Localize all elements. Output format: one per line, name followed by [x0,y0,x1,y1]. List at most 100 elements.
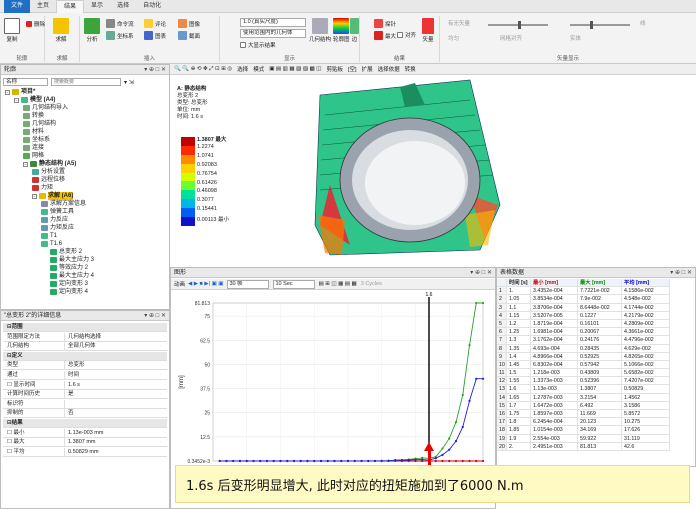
mode-button[interactable]: 模式 [253,65,264,73]
insert-comment-button[interactable]: 评论 [144,19,166,28]
select-button[interactable]: 选择 [237,65,248,73]
column-header[interactable]: 时间 [s] [507,279,531,287]
tree-node[interactable]: 等效应力 2 [50,264,88,272]
insert-image-button[interactable]: 图像 [178,19,200,28]
panel-controls[interactable]: ▾ ⊕ □ ✕ [470,268,492,278]
insert-chart-button[interactable]: 图表 [144,31,166,40]
details-section[interactable]: ⊟ 范围 [3,323,167,332]
vector-density-slider[interactable] [570,21,630,29]
details-row[interactable]: 范围限定方法 几何结构选择 [3,332,167,342]
table-row[interactable]: 16 1.75 1.8597e-003 11.669 5.8572 [497,410,670,419]
property-value[interactable]: 时间 [65,371,167,379]
section-collapse-icon[interactable]: ⊟ [3,352,12,360]
vector-button[interactable]: 矢量 [422,18,434,43]
property-value[interactable]: 总变形 [65,361,167,369]
name-filter[interactable]: 名称 [3,78,48,86]
copy-button[interactable]: 复制 [4,18,20,43]
slider-thumb[interactable] [518,21,521,29]
vector-solid[interactable]: 实体 [570,34,581,42]
frames-combo[interactable]: 30 帧 [226,279,269,289]
tab-display[interactable]: 显示 [84,0,110,13]
tree-node[interactable]: 定向变形 4 [50,288,88,296]
insert-section-button[interactable]: 截面 [178,31,200,40]
panel-controls[interactable]: ▾ ⊕ □ ✕ [144,311,166,321]
collapse-icon[interactable]: − [23,161,28,167]
column-header[interactable]: 最大 [mm] [578,279,622,287]
tree-node[interactable]: − 模型 (A4) [14,96,55,104]
tree-node[interactable]: − 求解 (A6) [32,192,74,200]
panel-controls[interactable]: ▾ ⊕ □ ✕ [144,65,166,75]
table-row[interactable]: 3 1.1 3.8706e-004 8.6448e-002 4.1744e-002 [497,303,670,312]
tree-node[interactable]: 最大主应力 3 [50,256,94,264]
tab-automation[interactable]: 自动化 [136,0,168,13]
analysis-button[interactable]: 分析 [84,18,100,43]
collapse-icon[interactable]: − [14,97,19,103]
tree-node[interactable]: 定向变形 3 [50,280,88,288]
select-by-button[interactable]: 选择依据 [378,65,400,73]
outline-search-input[interactable] [51,78,121,86]
table-row[interactable]: 14 1.65 1.2787e-003 3.2154 1.4562 [497,393,670,402]
column-header[interactable]: 平均 [mm] [622,279,670,287]
column-header[interactable]: 最小 [mm] [531,279,578,287]
vector-length-slider[interactable] [488,21,548,29]
delete-button[interactable]: 删除 [26,20,45,28]
geometry-combo[interactable]: 使用范围内的几何体 [240,29,306,38]
details-row[interactable]: 计算时间历史 是 [3,390,167,400]
duration-combo[interactable]: 10 Sec [272,279,315,289]
contour-button[interactable]: 轮廓图 [333,18,350,43]
convert-button[interactable]: 转换 [405,65,416,73]
playback-controls[interactable]: ◀ ▶ ■ ▶| ▣ ▣ [188,281,223,287]
tree-node[interactable]: 力矩反应 [41,224,74,232]
tab-select[interactable]: 选择 [110,0,136,13]
details-row[interactable]: ☐ 显示时间 1.6 s [3,380,167,390]
table-row[interactable]: 20 2. 2.4951e-003 81.813 42.6 [497,442,670,451]
edge-button[interactable]: 边 [350,18,359,43]
property-value[interactable]: 1.13e-003 mm [65,429,167,437]
details-row[interactable]: 通过 时间 [3,371,167,380]
tree-node[interactable]: − 项目* [5,88,35,96]
tree-node[interactable]: 力反应 [41,216,68,224]
details-row[interactable]: 抑制的 否 [3,409,167,419]
table-row[interactable]: 18 1.85 1.0154e-003 34.169 17.626 [497,426,670,435]
table-row[interactable]: 13 1.6 1.13e-003 1.3807 0.50829 [497,385,670,394]
view-tool-icons[interactable]: 🔍 🔍 ⊕ ⟲ ✥ ⤢ ⊡ ⊞ ◎ [174,66,232,73]
tree-node[interactable]: 坐标系 [23,136,50,144]
tab-result[interactable]: 结果 [56,0,85,13]
tree-node[interactable]: 网格 [23,152,44,160]
details-row[interactable]: 类型 总变形 [3,361,167,371]
tree-node[interactable]: − 静态结构 (A5) [23,160,76,168]
table-row[interactable]: 10 1.45 6.8302e-004 0.57942 5.1066e-002 [497,360,670,370]
solve-button[interactable]: 求解 [53,18,69,43]
tree-node[interactable]: 几何结构导入 [23,104,68,112]
tree-node[interactable]: 连接 [23,144,44,152]
collapse-icon[interactable]: − [5,89,10,95]
property-value[interactable]: 1.6 s [65,381,167,389]
vector-toggle[interactable]: 有无矢量 [448,19,470,27]
probe-button[interactable]: 探针 [374,19,396,28]
3d-viewport[interactable]: A: 静态结构 总变形 2 类型: 总变形 单位: mm 时间: 1.6 s [170,75,696,267]
table-row[interactable]: 17 1.8 6.2454e-004 20.123 10.275 [497,418,670,427]
property-value[interactable]: 0.50829 mm [65,448,167,456]
property-value[interactable]: 几何结构选择 [65,333,167,341]
tree-node[interactable]: 求解方案信息 [41,200,86,208]
property-value[interactable]: 1.3807 mm [65,438,167,446]
tree-node[interactable]: 总变形 2 [50,248,82,256]
property-value[interactable]: 否 [65,409,167,417]
tab-home[interactable]: 主页 [30,0,56,13]
collapse-icon[interactable]: − [32,193,37,199]
details-row[interactable]: 几何结构 全部几何体 [3,342,167,352]
tab-file[interactable]: 文件 [4,0,31,13]
column-header[interactable] [497,279,507,287]
section-collapse-icon[interactable]: ⊟ [3,323,12,331]
table-row[interactable]: 1 1. 3.4352e-004 7.7221e-002 4.1586e-002 [497,287,670,296]
cycles-label[interactable]: 3 Cycles [361,281,382,287]
tree-node[interactable]: 弹簧工具 [41,208,74,216]
vector-uniform[interactable]: 均匀 [448,34,459,42]
extend-button[interactable]: 扩展 [362,65,373,73]
vector-line[interactable]: 线 [640,19,646,27]
table-row[interactable]: 7 1.3 3.1762e-004 0.24176 4.4796e-002 [497,336,670,345]
selection-filter-icons[interactable]: ▣ ▤ ▥ ▦ ▧ ▨ ▩ ◫ [269,66,321,72]
tree-node[interactable]: 最大主应力 4 [50,272,94,280]
details-row[interactable]: ☐ 平均 0.50829 mm [3,447,167,457]
slider-thumb[interactable] [590,21,593,29]
